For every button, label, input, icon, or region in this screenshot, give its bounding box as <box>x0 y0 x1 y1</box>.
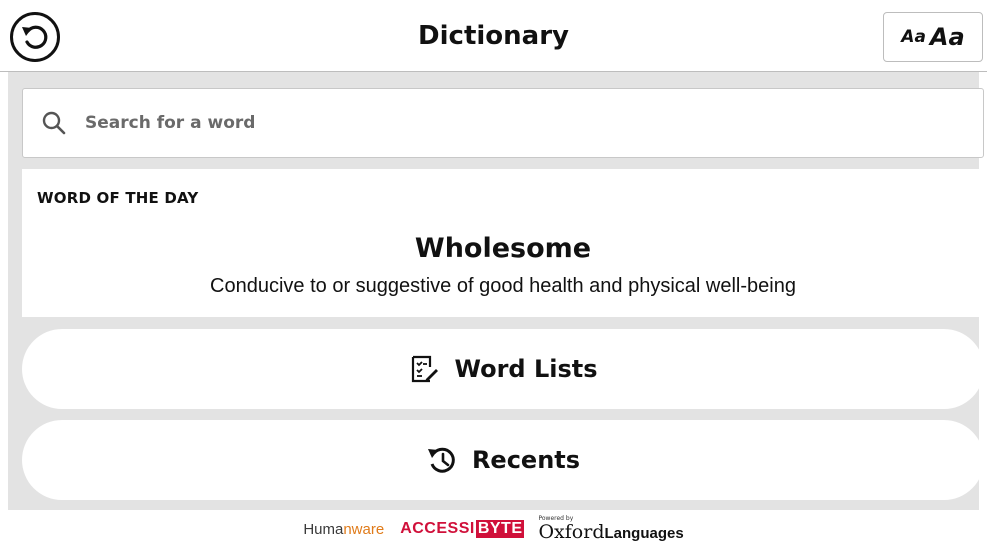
footer-logos: Humanware ACCESSI BYTE Powered by Oxford L… <box>0 510 987 548</box>
word-of-the-day-word: Wholesome <box>414 233 592 264</box>
recents-button[interactable]: Recents <box>22 420 984 500</box>
word-of-the-day-card[interactable]: WORD OF THE DAY Wholesome Conducive to o… <box>22 169 984 317</box>
search-input[interactable] <box>83 112 907 134</box>
app-header: Dictionary Aa Aa <box>0 0 987 72</box>
word-lists-label: Word Lists <box>454 355 598 383</box>
main-panel: WORD OF THE DAY Wholesome Conducive to o… <box>8 72 984 510</box>
word-list-edit-icon <box>412 355 439 383</box>
font-size-button[interactable]: Aa Aa <box>883 12 983 62</box>
recents-label: Recents <box>471 446 581 474</box>
humanware-logo: Humanware <box>303 520 385 538</box>
word-of-the-day-definition: Conducive to or suggestive of good healt… <box>210 275 796 297</box>
font-size-small-label: Aa <box>901 27 926 47</box>
undo-arrow-icon <box>22 25 48 49</box>
word-of-the-day-label: WORD OF THE DAY <box>37 189 199 207</box>
history-icon <box>427 447 455 473</box>
accessibyte-logo: ACCESSI BYTE <box>400 520 525 538</box>
word-lists-button[interactable]: Word Lists <box>22 329 984 409</box>
page-title: Dictionary <box>418 21 569 51</box>
font-size-large-label: Aa <box>929 23 965 51</box>
back-button[interactable] <box>10 12 60 62</box>
search-bar[interactable] <box>22 88 984 158</box>
oxford-languages-logo: Powered by Oxford Languages <box>538 515 684 543</box>
search-icon <box>42 111 66 135</box>
